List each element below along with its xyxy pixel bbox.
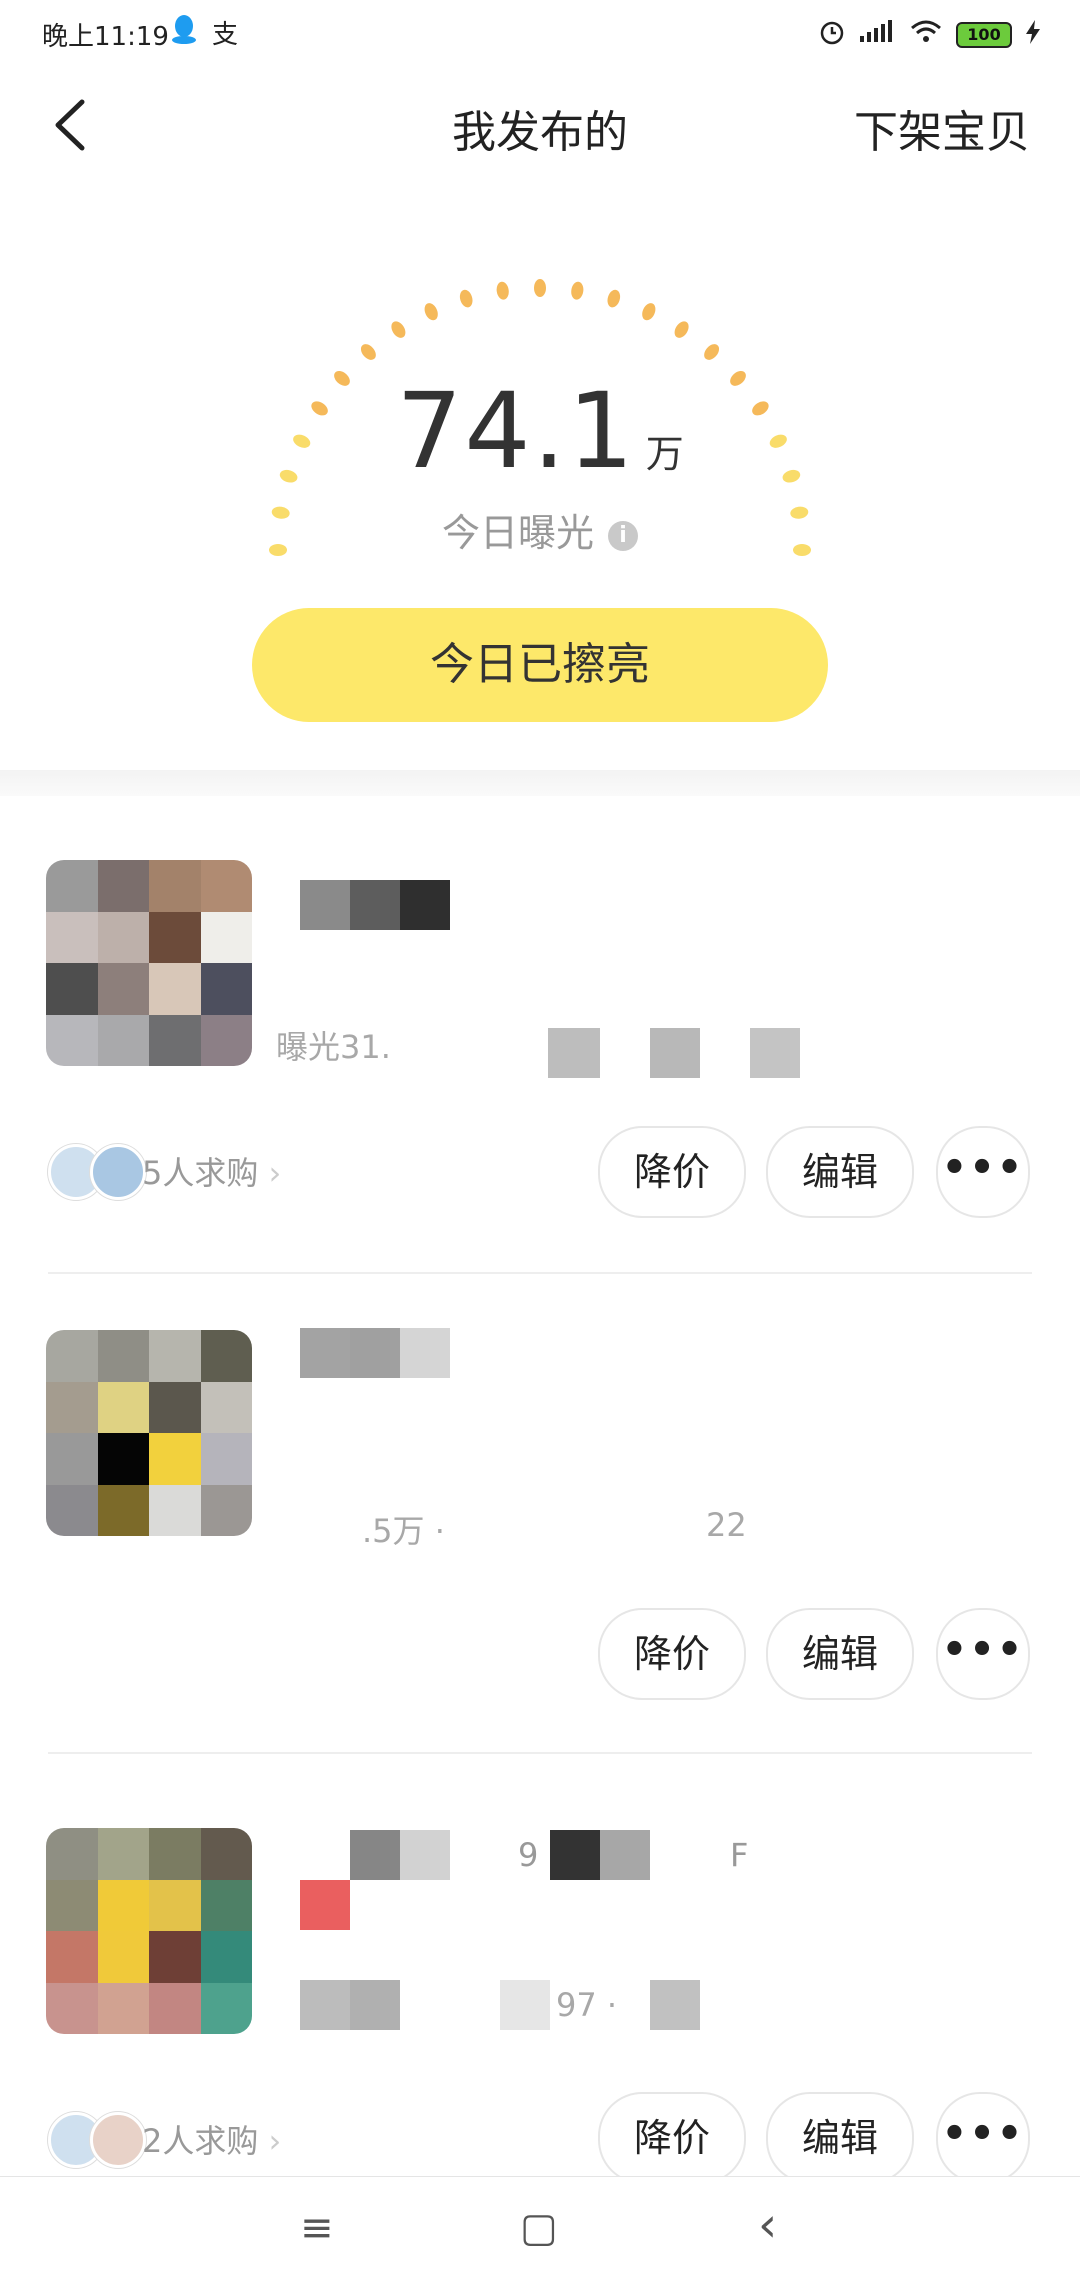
- title-blur: [350, 880, 400, 930]
- title-blur: [400, 880, 450, 930]
- exposure-value: 74.1 万: [0, 370, 1080, 492]
- gauge-dot: [607, 289, 621, 308]
- chevron-right-icon: ›: [268, 2122, 282, 2160]
- gauge-dot: [534, 279, 546, 297]
- meta-blur: [650, 1980, 700, 2030]
- exposure-label-row: 今日曝光 i: [0, 502, 1080, 557]
- wanted-avatars: [48, 1144, 146, 1200]
- section-divider: [0, 770, 1080, 796]
- gauge-dot: [571, 281, 584, 300]
- price-blur: [300, 1880, 350, 1930]
- home-icon[interactable]: ▢: [520, 2205, 558, 2251]
- gauge-dot: [642, 303, 656, 321]
- title-blur: [550, 1830, 600, 1880]
- item-title-tail: 9: [518, 1836, 539, 1874]
- item-thumbnail[interactable]: [46, 1828, 252, 2034]
- alarm-icon: [818, 18, 846, 52]
- signal-icon: [860, 20, 896, 50]
- wanted-count: 2人求购: [142, 2122, 259, 2160]
- title-blur: [400, 1328, 450, 1378]
- wanted-count: 5人求购: [142, 1154, 259, 1192]
- chevron-right-icon: ›: [268, 1154, 282, 1192]
- meta-blur: [548, 1028, 600, 1078]
- delisted-items-link[interactable]: 下架宝贝: [854, 96, 1030, 160]
- meta-blur: [300, 1980, 350, 2030]
- more-button[interactable]: •••: [936, 2092, 1030, 2184]
- gauge-dot: [704, 344, 720, 360]
- item-meta: 97 ·: [556, 1986, 618, 2024]
- charging-icon: [1026, 20, 1040, 50]
- item-divider: [48, 1752, 1032, 1754]
- item-thumbnail[interactable]: [46, 1330, 252, 1536]
- meta-blur: [750, 1028, 800, 1078]
- edit-button[interactable]: 编辑: [766, 2092, 914, 2184]
- item-meta: .5万 ·: [362, 1512, 445, 1550]
- gauge-dot: [496, 281, 509, 300]
- gauge-dot: [674, 321, 689, 338]
- wanted-count-link[interactable]: 5人求购 ›: [142, 1148, 281, 1194]
- qq-icon: [170, 14, 198, 51]
- status-time: 晚上11:19: [42, 22, 169, 52]
- gauge-dot: [360, 344, 376, 360]
- title-blur: [300, 1328, 350, 1378]
- meta-blur: [650, 1028, 700, 1078]
- status-icons: 100: [818, 18, 1040, 52]
- system-nav-bar: ≡ ▢ ‹: [0, 2176, 1080, 2281]
- item-thumbnail[interactable]: [46, 860, 252, 1066]
- title-blur: [600, 1830, 650, 1880]
- meta-blur: [350, 1980, 400, 2030]
- avatar: [90, 1144, 146, 1200]
- price-down-button[interactable]: 降价: [598, 1608, 746, 1700]
- gauge-dot: [424, 303, 438, 321]
- wanted-avatars: [48, 2112, 146, 2168]
- edit-button[interactable]: 编辑: [766, 1126, 914, 1218]
- edit-button[interactable]: 编辑: [766, 1608, 914, 1700]
- title-blur: [400, 1830, 450, 1880]
- exposure-label: 今日曝光: [441, 511, 594, 555]
- gauge-dot: [459, 289, 473, 308]
- exposure-unit: 万: [645, 432, 684, 476]
- item-meta: 曝光31.: [276, 1028, 391, 1066]
- item-meta-tail: 22: [706, 1506, 747, 1544]
- status-bar: 晚上11:19 支 100: [0, 0, 1080, 70]
- price-down-button[interactable]: 降价: [598, 2092, 746, 2184]
- price-down-button[interactable]: 降价: [598, 1126, 746, 1218]
- item-title-tail: F: [730, 1836, 749, 1874]
- title-blur: [300, 880, 350, 930]
- title-blur: [350, 1328, 400, 1378]
- avatar: [90, 2112, 146, 2168]
- menu-icon[interactable]: ≡: [300, 2205, 334, 2251]
- back-nav-icon[interactable]: ‹: [758, 2197, 777, 2253]
- battery-icon: 100: [956, 22, 1012, 48]
- wifi-icon: [910, 20, 942, 50]
- wanted-count-link[interactable]: 2人求购 ›: [142, 2116, 281, 2162]
- item-divider: [48, 1272, 1032, 1274]
- polish-button[interactable]: 今日已擦亮: [252, 608, 828, 722]
- more-button[interactable]: •••: [936, 1126, 1030, 1218]
- title-blur: [350, 1830, 400, 1880]
- meta-blur: [500, 1980, 550, 2030]
- gauge-dot: [391, 321, 406, 338]
- exposure-number: 74.1: [396, 370, 636, 492]
- alipay-icon: 支: [212, 20, 239, 50]
- more-button[interactable]: •••: [936, 1608, 1030, 1700]
- info-icon[interactable]: i: [608, 520, 638, 551]
